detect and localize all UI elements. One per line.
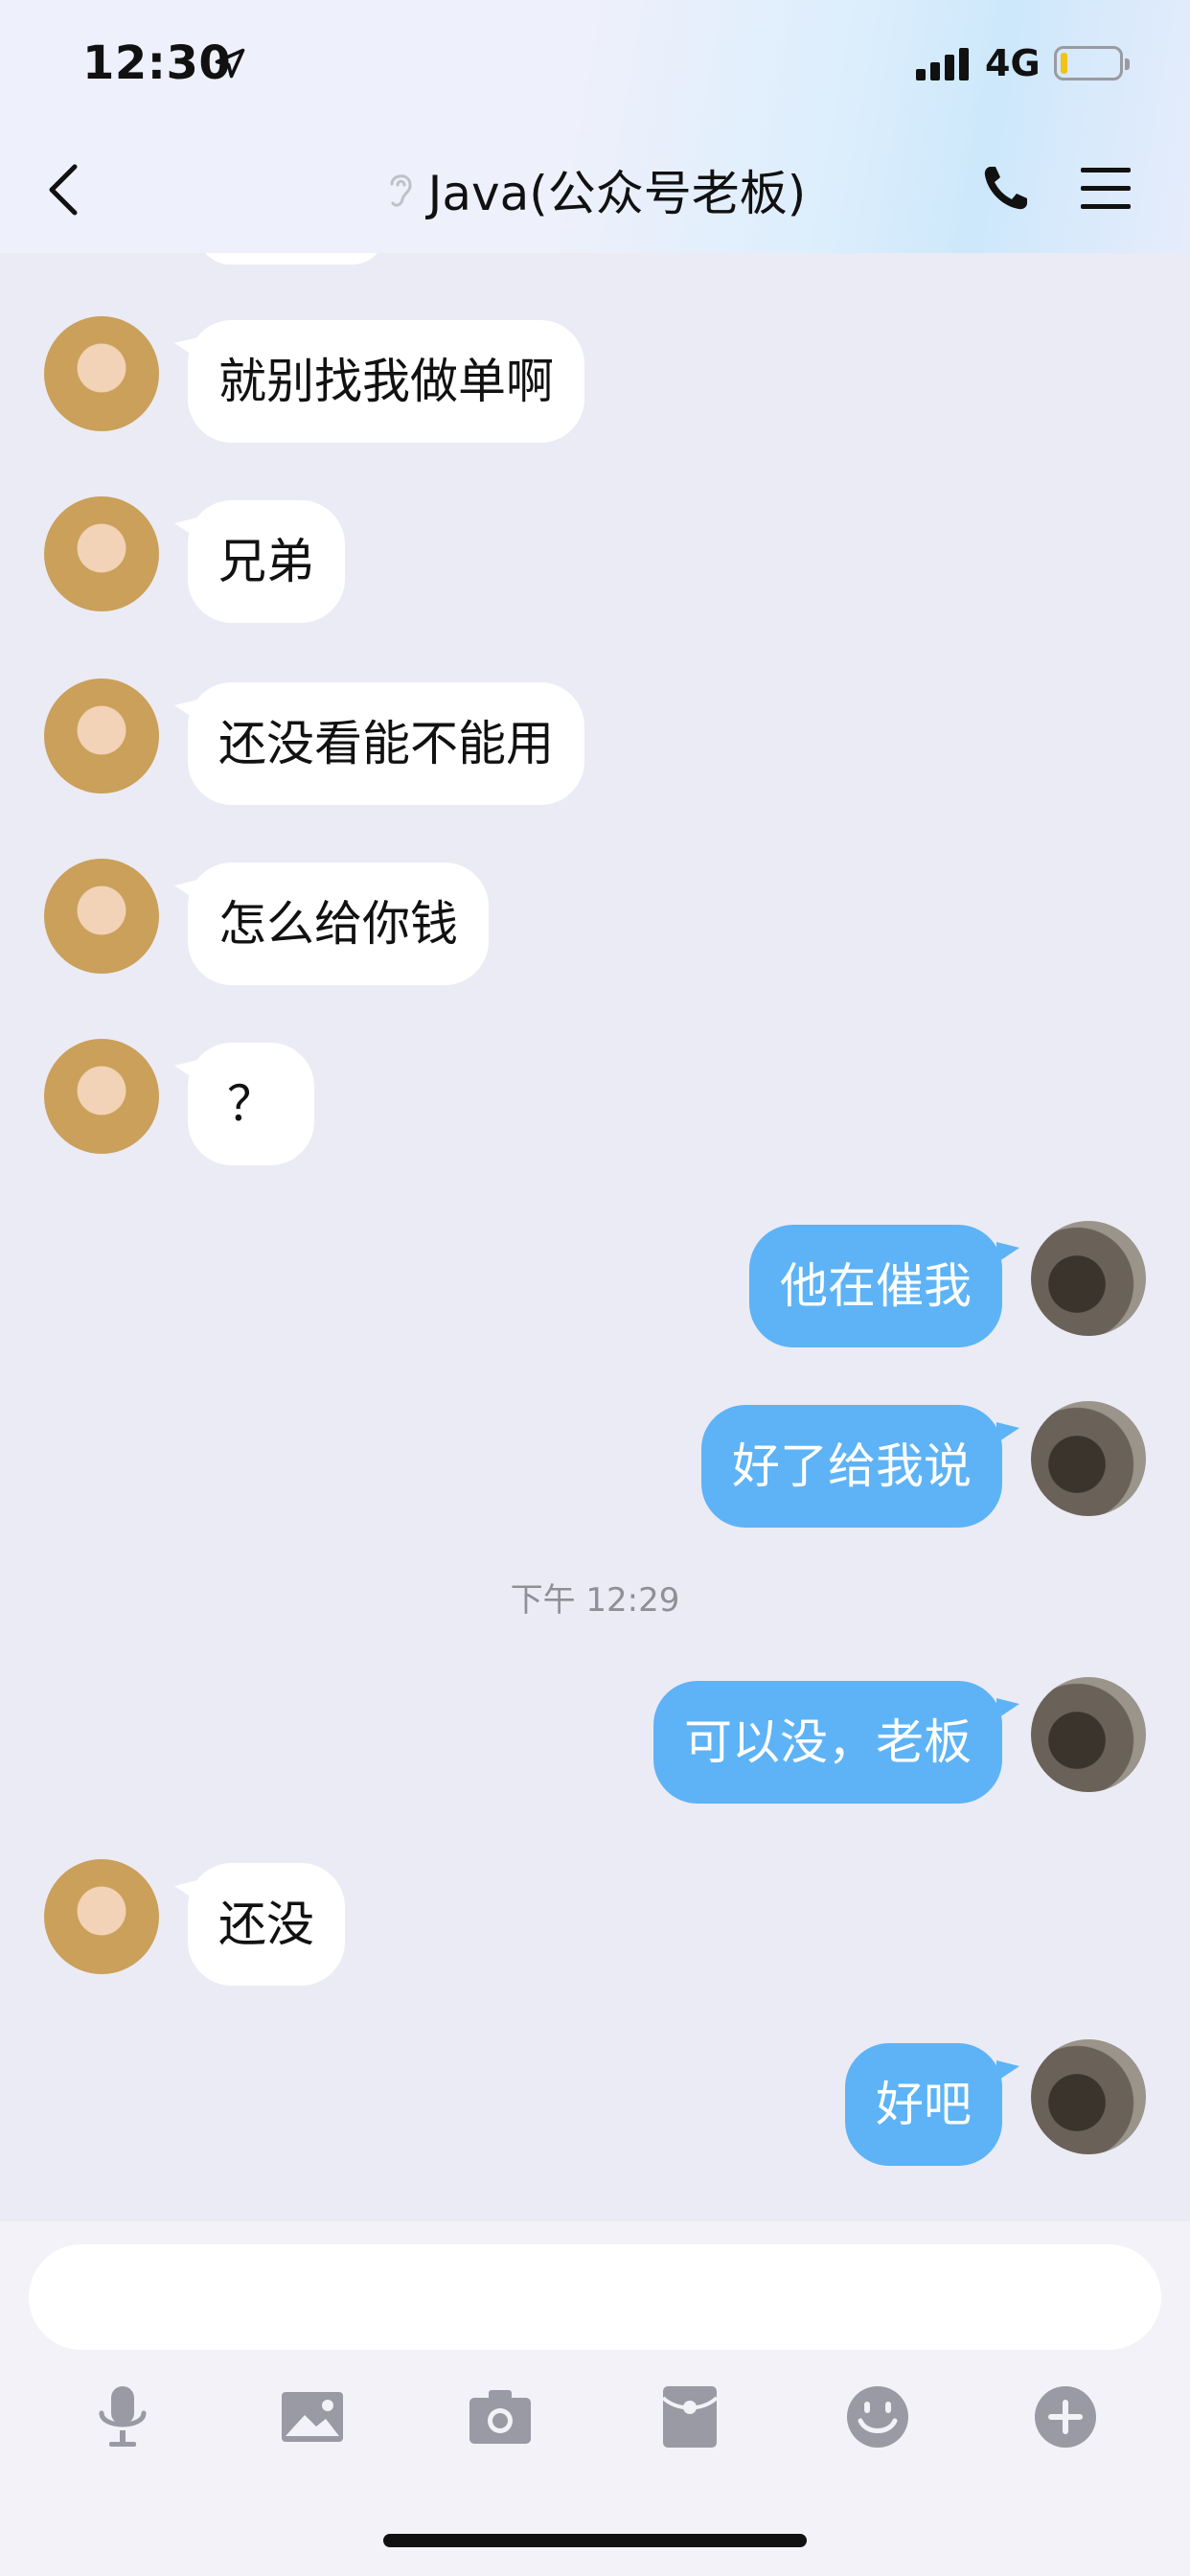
outgoing-message[interactable]: 好了给我说 <box>701 1405 1002 1528</box>
incoming-message[interactable]: ？ <box>188 1043 314 1165</box>
contact-avatar[interactable] <box>44 1039 159 1154</box>
contact-avatar[interactable] <box>44 859 159 974</box>
user-avatar[interactable] <box>1031 2039 1146 2154</box>
status-time: 12:30 <box>82 36 232 90</box>
contact-avatar[interactable] <box>44 496 159 611</box>
user-avatar[interactable] <box>1031 1221 1146 1336</box>
contact-name: Java(公众号老板) <box>427 166 807 221</box>
camera-icon[interactable] <box>466 2382 535 2451</box>
user-avatar[interactable] <box>1031 1677 1146 1792</box>
phone-call-icon[interactable] <box>979 161 1033 215</box>
input-area <box>0 2221 1190 2576</box>
home-indicator[interactable] <box>383 2534 807 2547</box>
incoming-message[interactable]: 兄弟 <box>188 500 345 623</box>
incoming-message[interactable]: 怎么给你钱 <box>188 862 489 985</box>
incoming-message[interactable]: 还没看能不能用 <box>188 682 584 805</box>
signal-strength-icon <box>916 46 970 80</box>
incoming-message[interactable]: 就别找我做单啊 <box>188 320 584 443</box>
outgoing-message[interactable]: 他在催我 <box>749 1225 1002 1347</box>
menu-icon[interactable] <box>1079 165 1133 213</box>
red-packet-icon[interactable] <box>655 2382 724 2451</box>
message-input[interactable] <box>29 2244 1161 2350</box>
contact-avatar[interactable] <box>44 316 159 431</box>
battery-icon <box>1054 46 1130 80</box>
incoming-message[interactable]: 还没 <box>188 1863 345 1986</box>
top-bar: 12:30 4G Java(公众号老板) <box>0 0 1190 253</box>
microphone-icon[interactable] <box>88 2382 157 2451</box>
image-icon[interactable] <box>278 2382 347 2451</box>
user-avatar[interactable] <box>1031 1401 1146 1516</box>
emoji-icon[interactable] <box>843 2382 912 2451</box>
contact-avatar[interactable] <box>44 678 159 794</box>
message-timestamp: 下午 12:29 <box>510 1581 680 1620</box>
location-arrow-icon <box>215 48 245 79</box>
message-list[interactable]: 就别找我做单啊 兄弟 还没看能不能用 怎么给你钱 ？ 他在催我 好了给我说 下午… <box>0 230 1190 2221</box>
outgoing-message[interactable]: 好吧 <box>845 2043 1002 2166</box>
plus-icon[interactable] <box>1031 2382 1100 2451</box>
network-type: 4G <box>985 42 1041 84</box>
contact-avatar[interactable] <box>44 1859 159 1974</box>
outgoing-message[interactable]: 可以没，老板 <box>653 1681 1002 1804</box>
ear-icon <box>390 174 412 207</box>
